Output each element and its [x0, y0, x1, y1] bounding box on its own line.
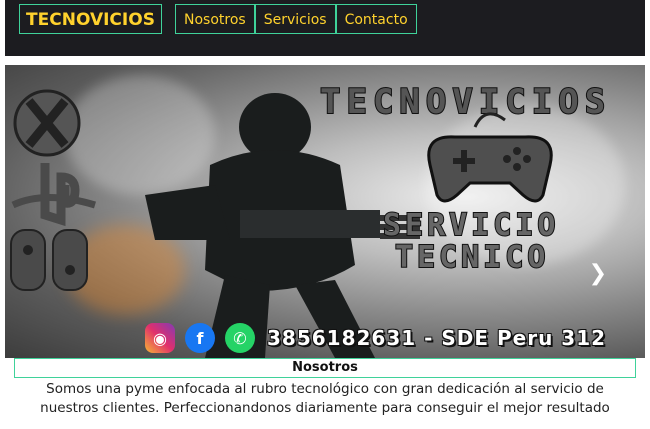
switch-joycon-icon — [10, 229, 88, 291]
hero-banner: TECNOVICIOS SERVICIO TECNICO ❯ ◉ f ✆ 385… — [5, 65, 645, 358]
section-title: Nosotros — [14, 358, 636, 378]
nav-link-servicios[interactable]: Servicios — [254, 4, 336, 34]
nav-links: Nosotros Servicios Contacto — [175, 4, 417, 34]
chevron-right-icon[interactable]: ❯ — [589, 261, 607, 286]
brand-link[interactable]: TECNOVICIOS — [19, 4, 162, 34]
gamepad-icon — [427, 112, 553, 203]
hero-contact-line: ◉ f ✆ 3856182631 - SDE Peru 312 — [145, 323, 606, 353]
navbar: TECNOVICIOS Nosotros Servicios Contacto — [5, 0, 645, 56]
xbox-icon — [13, 89, 81, 157]
facebook-icon[interactable]: f — [185, 323, 215, 353]
instagram-icon[interactable]: ◉ — [145, 323, 175, 353]
hero-title: TECNOVICIOS — [320, 82, 611, 122]
hero-artwork: TECNOVICIOS SERVICIO TECNICO — [10, 81, 611, 358]
hero-service-line1: SERVICIO — [383, 208, 560, 243]
nav-link-contacto[interactable]: Contacto — [335, 4, 417, 34]
whatsapp-icon[interactable]: ✆ — [225, 323, 255, 353]
nav-link-nosotros[interactable]: Nosotros — [175, 4, 255, 34]
contact-phone-address: 3856182631 - SDE Peru 312 — [267, 326, 607, 350]
hero-service-line2: TECNICO — [395, 240, 549, 275]
section-body: Somos una pyme enfocada al rubro tecnoló… — [40, 381, 610, 416]
playstation-icon — [11, 163, 97, 227]
